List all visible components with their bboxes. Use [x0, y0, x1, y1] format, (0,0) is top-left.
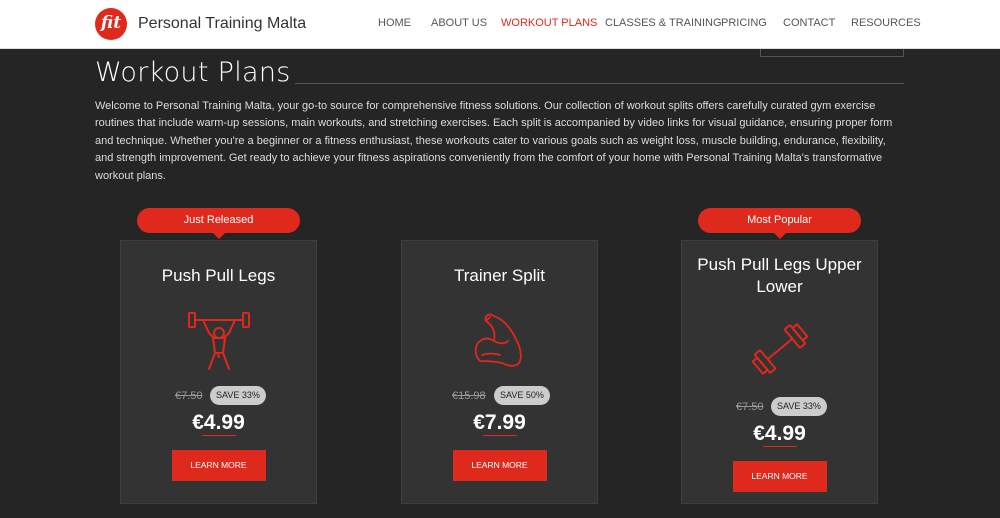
plan-card-trainer-split: Trainer Split €15.98 SAVE 50% €7.99 LEAR… — [401, 240, 598, 504]
learn-more-button[interactable]: LEARN MORE — [171, 450, 266, 481]
site-header: fit Personal Training Malta HOME ABOUT U… — [0, 0, 1000, 49]
main-nav: HOME ABOUT US WORKOUT PLANS CLASSES & TR… — [0, 17, 1000, 33]
learn-more-button[interactable]: LEARN MORE — [452, 450, 547, 481]
save-badge: SAVE 50% — [494, 386, 550, 405]
nav-about-us[interactable]: ABOUT US — [431, 17, 487, 29]
card-title: Trainer Split — [453, 266, 545, 285]
nav-resources[interactable]: RESOURCES — [851, 17, 921, 29]
price: €4.99 — [753, 422, 806, 445]
save-badge: SAVE 33% — [771, 397, 827, 416]
plan-card-push-pull-legs: Push Pull Legs €7.50 SAVE 33% €4.99 LEAR… — [120, 240, 317, 504]
price: €7.99 — [473, 411, 526, 434]
card-title: Push Pull Legs — [161, 266, 276, 285]
badge-most-popular: Most Popular — [698, 208, 861, 239]
flexed-bicep-icon — [474, 313, 522, 367]
nav-workout-plans[interactable]: WORKOUT PLANS — [501, 17, 597, 29]
nav-contact[interactable]: CONTACT — [783, 17, 835, 29]
old-price: €7.50 — [175, 390, 203, 402]
nav-home[interactable]: HOME — [378, 17, 411, 29]
decorative-box — [760, 49, 904, 57]
old-price: €7.50 — [736, 401, 764, 413]
price-underline — [201, 435, 236, 436]
page-title: Workout Plans — [95, 57, 291, 88]
price: €4.99 — [192, 411, 245, 434]
nav-classes-training[interactable]: CLASSES & TRAINING — [605, 17, 722, 29]
nav-pricing[interactable]: PRICING — [721, 17, 767, 29]
price-underline — [762, 446, 797, 447]
learn-more-button[interactable]: LEARN MORE — [732, 461, 827, 492]
badge-just-released: Just Released — [137, 208, 300, 239]
old-price: €15.98 — [452, 390, 486, 402]
dumbbell-icon — [751, 323, 808, 375]
weightlifter-icon — [187, 312, 250, 370]
price-underline — [482, 435, 517, 436]
card-title: Push Pull Legs Upper Lower — [697, 255, 862, 296]
intro-text: Welcome to Personal Training Malta, your… — [95, 100, 893, 182]
title-divider — [295, 83, 904, 84]
plan-card-push-pull-legs-upper-lower: Push Pull Legs Upper Lower €7.50 SAVE 33… — [681, 240, 878, 504]
save-badge: SAVE 33% — [210, 386, 266, 405]
